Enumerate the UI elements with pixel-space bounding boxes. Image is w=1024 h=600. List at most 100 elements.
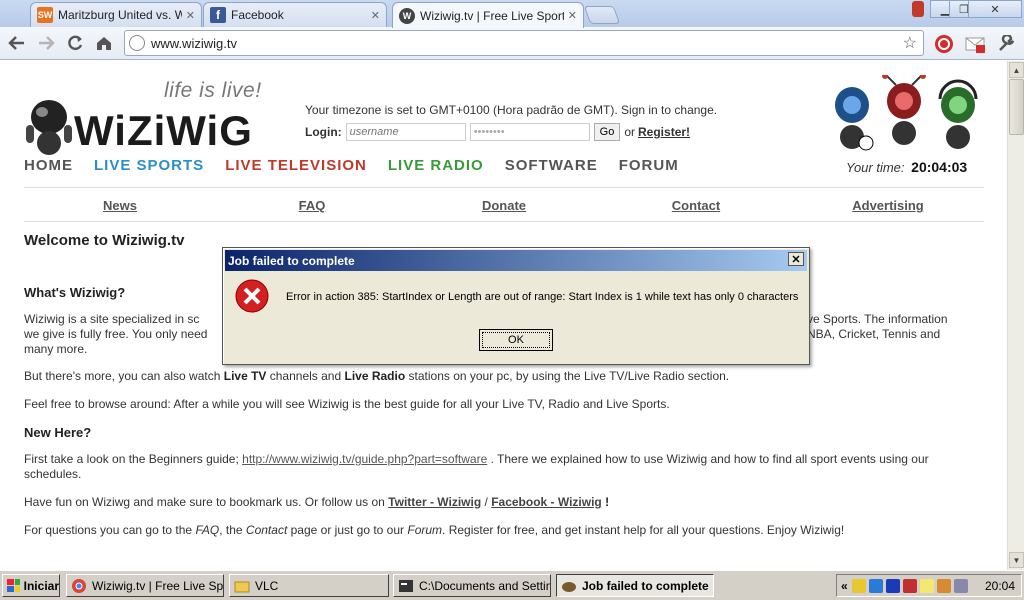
system-tray: « 20:04 bbox=[836, 574, 1022, 597]
text-span: . Register for free, and get instant hel… bbox=[442, 523, 845, 537]
nav-live-radio[interactable]: LIVE RADIO bbox=[388, 157, 484, 174]
scroll-down-arrow-icon[interactable]: ▼ bbox=[1009, 552, 1024, 568]
what-line2-left: we give is fully free. You only need bbox=[24, 327, 208, 341]
divider bbox=[24, 221, 984, 222]
login-label: Login: bbox=[305, 125, 342, 139]
browser-toolbar: www.wiziwig.tv ☆ bbox=[0, 27, 1024, 60]
nav-live-television[interactable]: LIVE TELEVISION bbox=[225, 157, 367, 174]
more-paragraph: But there's more, you can also watch Liv… bbox=[24, 369, 984, 384]
facebook-link[interactable]: Facebook - Wiziwig bbox=[491, 495, 602, 509]
close-icon[interactable]: ✕ bbox=[186, 9, 195, 22]
close-icon[interactable]: ✕ bbox=[371, 9, 380, 22]
start-label: Iniciar bbox=[23, 578, 59, 593]
url-text[interactable]: www.wiziwig.tv bbox=[151, 36, 903, 51]
task-vlc[interactable]: VLC bbox=[229, 574, 389, 597]
forum-italic: Forum bbox=[407, 523, 443, 537]
folder-icon bbox=[234, 581, 250, 592]
tray-expand-icon[interactable]: « bbox=[841, 579, 848, 593]
wiziwig-logo[interactable]: life is live! WiZiWiG bbox=[24, 77, 276, 161]
tray-clock: 20:04 bbox=[984, 578, 1015, 593]
dialog-message: Error in action 385: StartIndex or Lengt… bbox=[286, 291, 799, 303]
dialog-close-button[interactable]: ✕ bbox=[788, 252, 804, 266]
twitter-link[interactable]: Twitter - Wiziwig bbox=[388, 495, 481, 509]
mascot-logo-icon bbox=[26, 100, 72, 155]
text-span: For questions you can go to the bbox=[24, 523, 196, 537]
subnav-news[interactable]: News bbox=[24, 198, 216, 213]
task-documents[interactable]: C:\Documents and Settin... bbox=[393, 574, 551, 597]
subnav-faq[interactable]: FAQ bbox=[216, 198, 408, 213]
bookmark-star-icon[interactable]: ☆ bbox=[903, 33, 917, 53]
address-bar[interactable]: www.wiziwig.tv ☆ bbox=[124, 30, 924, 56]
text-span: channels and bbox=[266, 369, 345, 383]
guide-link[interactable]: http://www.wiziwig.tv/guide.php?part=sof… bbox=[242, 452, 487, 466]
live-tv-bold: Live TV bbox=[223, 369, 267, 383]
subnav-advertising[interactable]: Advertising bbox=[792, 198, 984, 213]
windows-logo-icon bbox=[7, 578, 20, 592]
login-form: Login: Go or Register! bbox=[305, 123, 690, 141]
questions-paragraph: For questions you can go to the FAQ, the… bbox=[24, 523, 984, 538]
shield-icon[interactable] bbox=[912, 1, 924, 17]
what-line3: many more. bbox=[24, 342, 88, 356]
tab-title: Facebook bbox=[231, 8, 284, 22]
taskbar: Iniciar Wiziwig.tv | Free Live Sp... VLC… bbox=[0, 570, 1024, 600]
home-button[interactable] bbox=[93, 33, 115, 53]
scrollbar-thumb[interactable] bbox=[1009, 79, 1024, 135]
divider bbox=[24, 187, 984, 188]
live-radio-bold: Live Radio bbox=[344, 369, 406, 383]
notification-icon[interactable] bbox=[919, 578, 934, 593]
error-icon bbox=[235, 279, 269, 313]
window-close-button[interactable]: ✕ bbox=[968, 0, 1022, 18]
sw-favicon-icon: SW bbox=[37, 7, 53, 23]
ok-button[interactable]: OK bbox=[479, 329, 553, 351]
welcome-heading: Welcome to Wiziwig.tv bbox=[24, 232, 185, 249]
tab-title: Wiziwig.tv | Free Live Sports bbox=[420, 8, 564, 23]
contact-italic: Contact bbox=[245, 523, 288, 537]
tab-title: Maritzburg United vs. Wits U bbox=[58, 8, 182, 22]
subnav-donate[interactable]: Donate bbox=[408, 198, 600, 213]
wrench-icon[interactable] bbox=[996, 34, 1016, 54]
battery-icon[interactable] bbox=[885, 578, 900, 593]
scroll-up-arrow-icon[interactable]: ▲ bbox=[1009, 62, 1024, 78]
wiziwig-favicon-icon: W bbox=[399, 7, 415, 24]
start-button[interactable]: Iniciar bbox=[2, 574, 60, 597]
speaker-icon[interactable] bbox=[953, 578, 968, 593]
new-tab-button[interactable] bbox=[583, 6, 621, 24]
page-scrollbar[interactable]: ▲ ▼ bbox=[1007, 61, 1024, 570]
what-line1-right: ve Sports. The information bbox=[807, 312, 948, 326]
task-job-failed[interactable]: Job failed to complete bbox=[556, 574, 714, 597]
back-button[interactable] bbox=[6, 33, 28, 53]
username-input[interactable] bbox=[345, 123, 466, 141]
text-span: Have fun on Wiziwg and make sure to book… bbox=[24, 495, 389, 509]
mail-icon[interactable] bbox=[965, 34, 985, 54]
close-icon[interactable]: ✕ bbox=[568, 9, 577, 22]
sub-nav: News FAQ Donate Contact Advertising bbox=[24, 198, 984, 213]
tab-maritzburg[interactable]: SW Maritzburg United vs. Wits U ✕ bbox=[30, 2, 202, 27]
nav-forum[interactable]: FORUM bbox=[619, 157, 679, 174]
nav-live-sports[interactable]: LIVE SPORTS bbox=[94, 157, 204, 174]
nav-home[interactable]: HOME bbox=[24, 157, 73, 174]
adblock-icon[interactable] bbox=[934, 34, 954, 54]
register-link[interactable]: Register! bbox=[638, 125, 690, 139]
tab-facebook[interactable]: f Facebook ✕ bbox=[203, 2, 387, 27]
antivirus-icon[interactable] bbox=[902, 578, 917, 593]
security-shield-icon[interactable] bbox=[851, 578, 866, 593]
timezone-notice: Your timezone is set to GMT+0100 (Hora p… bbox=[305, 103, 718, 117]
reload-button[interactable] bbox=[64, 33, 86, 53]
text-span: / bbox=[481, 495, 492, 509]
forward-button[interactable] bbox=[35, 33, 57, 53]
nav-software[interactable]: SOFTWARE bbox=[505, 157, 598, 174]
go-button[interactable]: Go bbox=[593, 123, 621, 141]
subnav-contact[interactable]: Contact bbox=[600, 198, 792, 213]
faq-italic: FAQ bbox=[195, 523, 220, 537]
follow-paragraph: Have fun on Wiziwg and make sure to book… bbox=[24, 495, 984, 510]
dialog-title: Job failed to complete bbox=[225, 250, 807, 271]
network-icon[interactable] bbox=[868, 578, 883, 593]
password-input[interactable] bbox=[469, 123, 590, 141]
task-label: Wiziwig.tv | Free Live Sp... bbox=[92, 578, 224, 593]
task-chrome[interactable]: Wiziwig.tv | Free Live Sp... bbox=[66, 574, 224, 597]
mascots-icon bbox=[835, 75, 978, 151]
reload-icon bbox=[68, 35, 83, 51]
logo-tagline: life is live! bbox=[164, 79, 262, 102]
tab-wiziwig[interactable]: W Wiziwig.tv | Free Live Sports ✕ bbox=[392, 2, 584, 28]
update-icon[interactable] bbox=[936, 578, 951, 593]
